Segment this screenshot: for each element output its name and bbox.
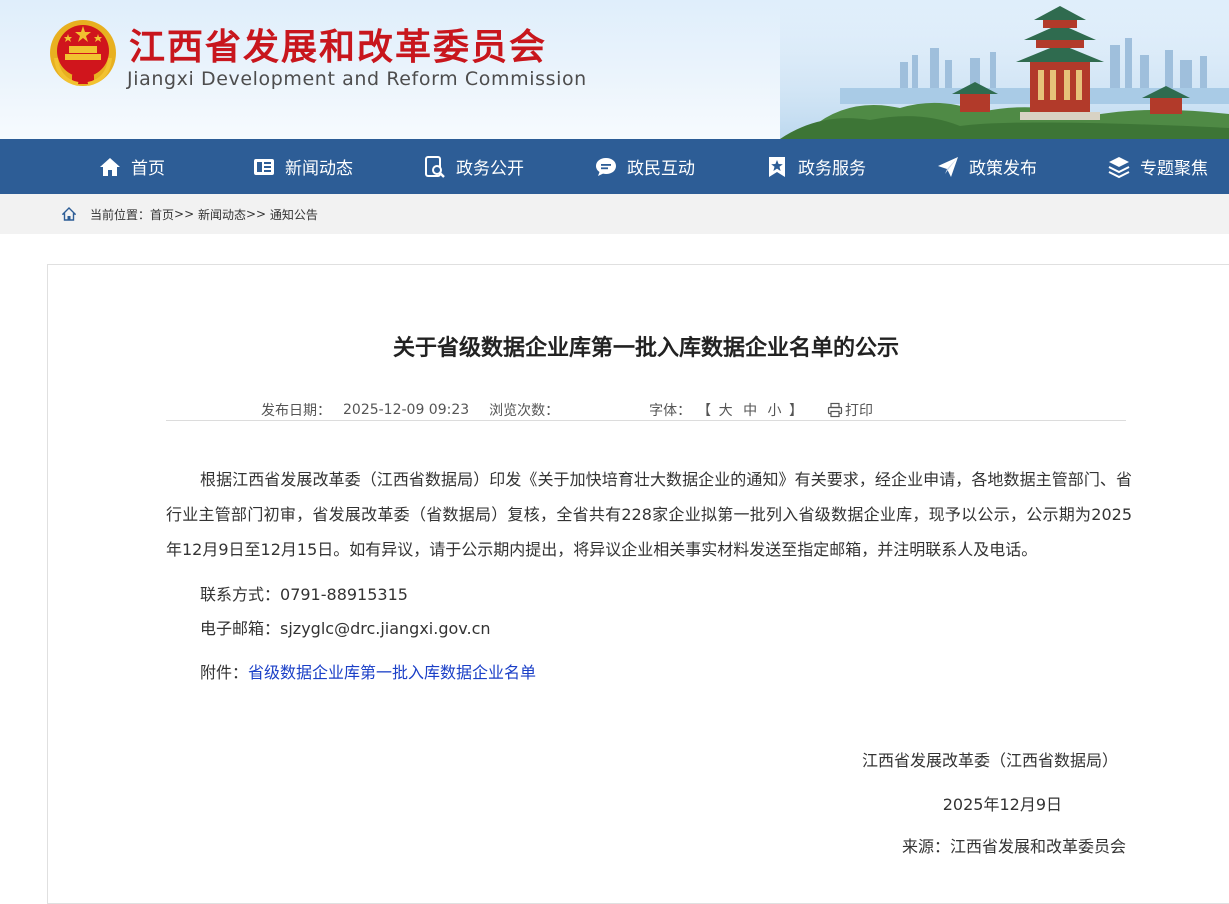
nav-item-label: 政民互动: [627, 159, 695, 179]
nav-item-gov-affairs[interactable]: 政务公开: [423, 139, 524, 194]
contact-phone: 0791-88915315: [280, 585, 408, 604]
font-large-button[interactable]: 大: [716, 403, 736, 419]
bracket-open: 【: [697, 403, 712, 419]
breadcrumb: 当前位置： 首页 >> 新闻动态 >> 通知公告: [62, 194, 318, 234]
layers-icon: [1108, 156, 1130, 178]
nav-item-label: 首页: [131, 159, 165, 179]
news-icon: [254, 158, 274, 175]
sign-date: 2025年12月9日: [942, 795, 1062, 814]
breadcrumb-link-home[interactable]: 首页: [150, 206, 174, 223]
font-size-switch: 【 大 中 小 】: [697, 400, 803, 420]
article-title: 关于省级数据企业库第一批入库数据企业名单的公示: [392, 336, 899, 361]
source-value: 江西省发展和改革委员会: [949, 837, 1126, 856]
attachment-line: 附件：省级数据企业库第一批入库数据企业名单: [200, 659, 536, 683]
email-address: sjzyglc@drc.jiangxi.gov.cn: [280, 619, 491, 638]
bracket-close: 】: [788, 403, 803, 419]
national-emblem-icon: [50, 20, 116, 86]
breadcrumb-separator: >>: [245, 207, 267, 221]
site-title: 江西省发展和改革委员会: [129, 27, 548, 68]
attachment-label: 附件：: [200, 663, 249, 682]
nav-item-services[interactable]: 政务服务: [765, 139, 866, 194]
meta-divider: [166, 420, 1126, 421]
search-doc-icon: [425, 155, 445, 178]
printer-icon: [827, 402, 843, 418]
site-header: 江西省发展和改革委员会 Jiangxi Development and Refo…: [0, 0, 1229, 139]
nav-item-policy[interactable]: 政策发布: [936, 139, 1037, 194]
nav-item-label: 政务服务: [798, 159, 866, 179]
nav-item-interaction[interactable]: 政民互动: [594, 139, 695, 194]
nav-item-label: 政策发布: [969, 159, 1037, 179]
font-size-label: 字体：: [649, 403, 692, 419]
nav-item-home[interactable]: 首页: [98, 139, 165, 194]
breadcrumb-separator: >>: [174, 207, 195, 221]
chat-icon: [596, 157, 616, 176]
email-label: 电子邮箱：: [200, 619, 281, 638]
font-small-button[interactable]: 小: [765, 403, 785, 419]
contact-label: 联系方式：: [200, 585, 281, 604]
nav-item-label: 新闻动态: [285, 159, 353, 179]
nav-item-label: 专题聚焦: [1140, 159, 1208, 179]
pavilion-skyline-banner: [780, 0, 1229, 139]
site-subtitle: Jiangxi Development and Reform Commissio…: [127, 68, 587, 90]
breadcrumb-prefix: 当前位置：: [90, 207, 151, 222]
breadcrumb-link-news[interactable]: 新闻动态: [198, 206, 246, 223]
home-icon: [100, 157, 120, 176]
nav-item-news[interactable]: 新闻动态: [252, 139, 353, 194]
font-medium-button[interactable]: 中: [740, 403, 760, 419]
publish-date-label: 发布日期：: [261, 403, 331, 419]
home-icon: [62, 207, 76, 221]
send-icon: [938, 156, 958, 177]
signature: 江西省发展改革委（江西省数据局）: [861, 751, 1118, 770]
article-meta: 发布日期： 2025-12-09 09:23 浏览次数： 字体： 【 大 中 小…: [261, 400, 873, 420]
email-line: 电子邮箱：sjzyglc@drc.jiangxi.gov.cn: [200, 615, 491, 639]
view-count-label: 浏览次数：: [489, 403, 560, 419]
publish-date-value: 2025-12-09 09:23: [343, 402, 470, 418]
main-nav: 首页 新闻动态 政务公开 政民互动 政务服务 政策发布 专题聚焦: [0, 139, 1229, 194]
nav-item-label: 政务公开: [456, 159, 524, 179]
breadcrumb-link-notice[interactable]: 通知公告: [270, 206, 318, 223]
nav-item-topics[interactable]: 专题聚焦: [1107, 139, 1208, 194]
print-label: 打印: [844, 403, 873, 419]
source-label: 来源：: [901, 837, 950, 856]
contact-line: 联系方式：0791-88915315: [200, 581, 408, 605]
source-line: 来源：江西省发展和改革委员会: [700, 833, 1126, 857]
star-badge-icon: [769, 156, 785, 177]
article-body: 根据江西省发展改革委（江西省数据局）印发《关于加快培育壮大数据企业的通知》有关要…: [166, 470, 1132, 559]
attachment-link[interactable]: 省级数据企业库第一批入库数据企业名单: [248, 663, 536, 682]
breadcrumb-bar: 当前位置： 首页 >> 新闻动态 >> 通知公告: [0, 194, 1229, 234]
print-button[interactable]: 打印: [827, 400, 873, 420]
